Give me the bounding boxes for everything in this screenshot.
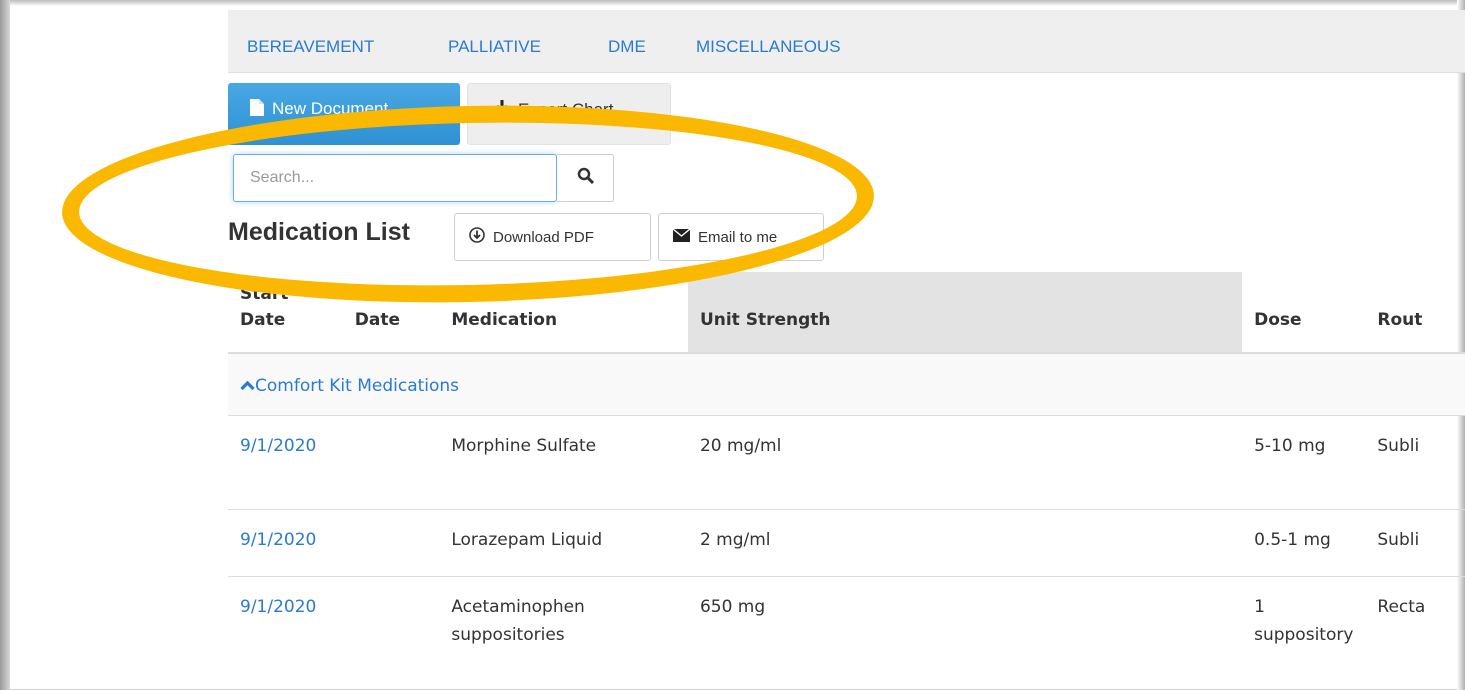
document-icon [250,99,264,121]
medication-table: Start Date D/C Date Medication Unit Stre… [228,272,1465,670]
column-header-dose[interactable]: Dose [1242,272,1366,354]
download-circle-icon [469,227,485,247]
search-button[interactable] [557,154,614,202]
group-row: Comfort Kit Medications [228,352,1465,415]
route-cell: Recta [1365,575,1465,670]
group-cell: Comfort Kit Medications [228,352,1465,415]
column-header-medication[interactable]: Medication [439,272,688,354]
route-cell: Subli [1365,508,1465,576]
start-date-link[interactable]: 9/1/2020 [228,508,343,576]
tab-dme[interactable]: DME [608,37,646,57]
column-header-route[interactable]: Rout [1365,272,1465,354]
tab-palliative[interactable]: PALLIATIVE [448,37,541,57]
export-icon [494,100,510,122]
dose-cell: 0.5-1 mg [1242,508,1366,576]
medication-cell: Lorazepam Liquid [439,508,688,576]
email-to-me-label: Email to me [698,228,778,246]
new-document-button[interactable]: New Document [228,83,460,145]
table-row: 9/1/2020 Lorazepam Liquid 2 mg/ml 0.5-1 … [228,508,1465,576]
medication-cell: Acetaminophen suppositories [439,575,688,670]
search-icon [577,167,594,189]
start-date-link[interactable]: 9/1/2020 [228,575,343,670]
download-pdf-label: Download PDF [493,228,594,246]
chevron-up-icon [240,376,255,396]
export-chart-button[interactable]: Export Chart [467,83,671,145]
comfort-kit-group-toggle[interactable]: Comfort Kit Medications [240,376,459,396]
nav-tabs-bar: BEREAVEMENT PALLIATIVE DME MISCELLANEOUS [228,10,1465,73]
dose-cell: 1 suppository [1242,575,1366,670]
dc-date-cell [342,414,440,509]
email-to-me-button[interactable]: Email to me [658,213,824,261]
screenshot-frame: BEREAVEMENT PALLIATIVE DME MISCELLANEOUS… [0,0,1465,690]
unit-strength-cell: 2 mg/ml [687,508,1243,576]
column-header-unit-strength[interactable]: Unit Strength [687,272,1243,354]
dc-date-cell [342,508,440,576]
group-label: Comfort Kit Medications [255,376,460,396]
new-document-label: New Document [272,99,389,118]
tab-miscellaneous[interactable]: MISCELLANEOUS [696,37,841,57]
column-header-start-date[interactable]: Start Date [228,272,343,354]
medication-list-title: Medication List [228,218,410,246]
unit-strength-cell: 650 mg [687,575,1243,670]
unit-strength-cell: 20 mg/ml [687,414,1243,509]
route-cell: Subli [1365,414,1465,509]
export-chart-label: Export Chart [518,100,614,119]
column-header-dc-date[interactable]: D/C Date [342,272,440,354]
dc-date-cell [342,575,440,670]
dose-cell: 5-10 mg [1242,414,1366,509]
search-input[interactable] [233,154,557,202]
start-date-link[interactable]: 9/1/2020 [228,414,343,509]
table-row: 9/1/2020 Morphine Sulfate 20 mg/ml 5-10 … [228,414,1465,509]
envelope-icon [672,227,691,246]
tab-bereavement[interactable]: BEREAVEMENT [247,37,374,57]
left-shadow [0,0,10,690]
top-shadow [0,0,1465,6]
table-row: 9/1/2020 Acetaminophen suppositories 650… [228,575,1465,670]
download-pdf-button[interactable]: Download PDF [454,213,651,261]
table-header-row: Start Date D/C Date Medication Unit Stre… [228,272,1465,354]
medication-cell: Morphine Sulfate [439,414,688,509]
